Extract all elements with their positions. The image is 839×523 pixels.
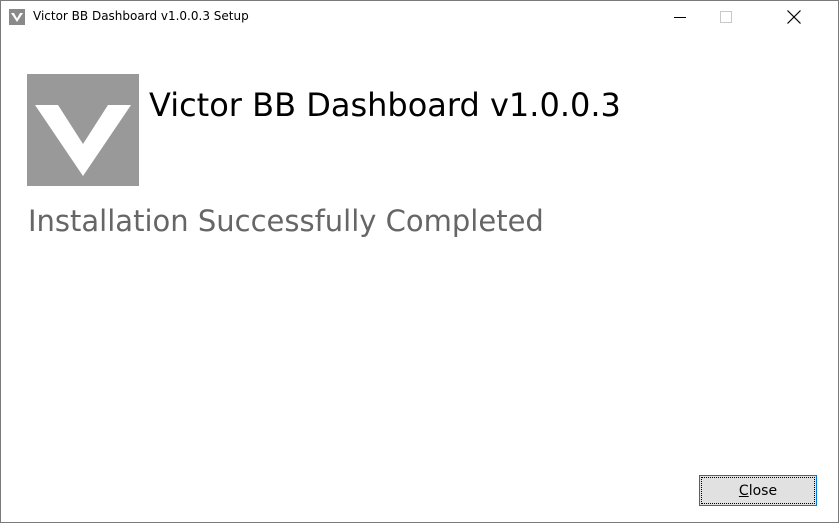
maximize-icon	[720, 10, 732, 23]
installation-status: Installation Successfully Completed	[28, 204, 544, 238]
close-button-label-rest: lose	[748, 482, 778, 499]
close-button-focus: Close	[701, 477, 815, 504]
close-button-label: Close	[739, 483, 777, 499]
close-button-mnemonic: C	[738, 482, 749, 499]
minimize-button[interactable]	[657, 1, 703, 32]
close-button[interactable]: Close	[699, 475, 817, 506]
app-icon[interactable]	[9, 9, 25, 25]
close-icon	[787, 9, 801, 24]
product-title: Victor BB Dashboard v1.0.0.3	[149, 86, 621, 124]
maximize-button	[703, 1, 749, 32]
window-title: Victor BB Dashboard v1.0.0.3 Setup	[33, 9, 249, 23]
minimize-icon	[674, 16, 686, 18]
close-window-button[interactable]	[771, 1, 817, 32]
victor-logo-icon	[27, 74, 139, 186]
setup-window: Victor BB Dashboard v1.0.0.3 Setup Victo…	[0, 0, 839, 523]
title-bar[interactable]: Victor BB Dashboard v1.0.0.3 Setup	[1, 1, 838, 32]
